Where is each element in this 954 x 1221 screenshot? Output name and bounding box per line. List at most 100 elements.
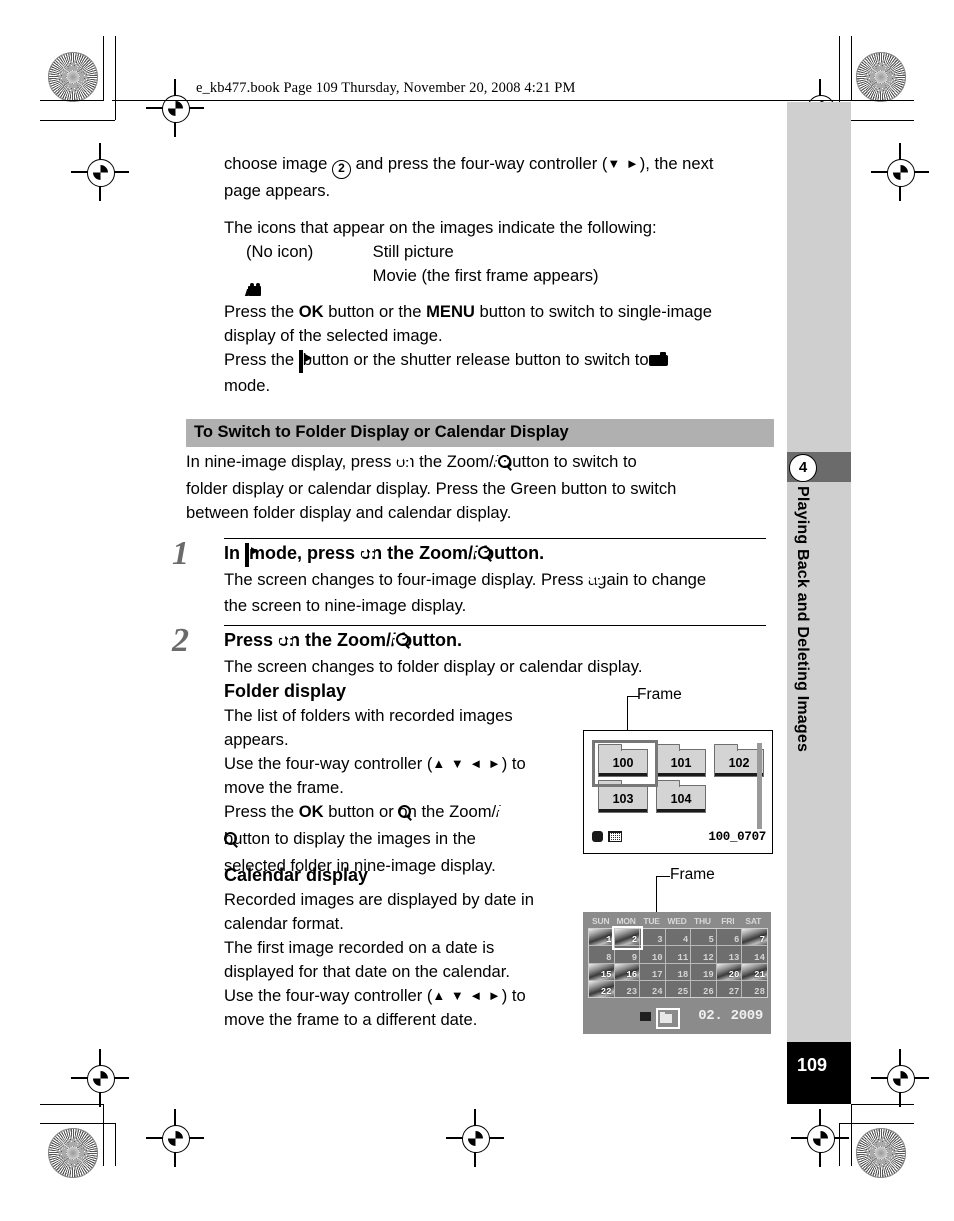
- press-ok-line2: display of the selected image.: [224, 326, 443, 345]
- ok-button-label: OK: [298, 802, 324, 821]
- calendar-day-14[interactable]: 14: [742, 946, 767, 963]
- status-folder-icon-selected: [656, 1008, 680, 1029]
- registration-target-left-lower: [70, 1048, 130, 1108]
- calendar-day-26[interactable]: 26: [691, 980, 716, 997]
- calendar-text-line4: displayed for that date on the calendar.: [224, 962, 510, 981]
- intro-line1-post: ), the next: [639, 154, 714, 173]
- folder-text-line4: move the frame.: [224, 778, 344, 797]
- calendar-day-17[interactable]: 17: [640, 963, 665, 980]
- folder-callout-leader-v: [627, 696, 629, 732]
- calendar-day-number: 3: [657, 935, 663, 946]
- step-1-body-b: again to change: [588, 570, 707, 589]
- legend-still-picture-desc: Still picture: [372, 242, 454, 261]
- calendar-day-number: 17: [651, 969, 663, 980]
- calendar-day-24[interactable]: 24: [640, 980, 665, 997]
- folder-item-104[interactable]: 104: [656, 780, 706, 813]
- calendar-day-7[interactable]: 7: [742, 929, 767, 946]
- calendar-day-18[interactable]: 18: [665, 963, 691, 980]
- step-2-rule: [224, 625, 766, 627]
- calendar-day-10[interactable]: 10: [640, 946, 665, 963]
- calendar-day-number: 28: [754, 987, 765, 997]
- step-1-body-c: the screen to nine-image display.: [224, 596, 467, 615]
- calendar-day-16[interactable]: 16: [614, 963, 640, 980]
- day-header-fri: FRI: [715, 916, 741, 926]
- legend-row-still: (No icon) Still picture: [246, 240, 454, 264]
- calendar-day-8[interactable]: 8: [589, 946, 614, 963]
- calendar-day-number: 12: [703, 952, 714, 963]
- folder-item-101[interactable]: 101: [656, 744, 706, 777]
- folder-display-text: The list of folders with recorded images…: [224, 706, 526, 875]
- step-1-body-a: The screen changes to four-image display…: [224, 570, 584, 589]
- calendar-day-number: 13: [728, 952, 740, 963]
- calendar-day-20[interactable]: 20: [716, 963, 742, 980]
- calendar-day-number: 10: [651, 952, 663, 963]
- calendar-day-19[interactable]: 19: [691, 963, 716, 980]
- step-1-title: In mode, press on the Zoom// button.: [224, 543, 772, 567]
- folder-item-103[interactable]: 103: [598, 780, 648, 813]
- calendar-day-number: 4: [682, 935, 689, 946]
- circled-2-glyph: 2: [331, 160, 351, 179]
- menu-button-label: MENU: [426, 302, 475, 321]
- folder-text-line5b: button or: [328, 802, 394, 821]
- calendar-day-21[interactable]: 21: [742, 963, 767, 980]
- folder-label: 103: [612, 792, 634, 806]
- rosette-mark-bottom-right: [856, 1128, 906, 1178]
- folder-label: 104: [670, 792, 692, 806]
- intro-line1-mid: and press the four-way controller (: [355, 154, 608, 173]
- press-ok-post: button to switch to single-image: [479, 302, 712, 321]
- step-1-body: The screen changes to four-image display…: [224, 568, 772, 618]
- arrow-glyphs-four-way: ▲ ▼ ◄ ►: [432, 988, 502, 1003]
- calendar-text-line2: calendar format.: [224, 914, 344, 933]
- calendar-day-22[interactable]: 22: [589, 980, 614, 997]
- step-2-body: The screen changes to folder display or …: [224, 657, 643, 676]
- calendar-day-number: 27: [728, 987, 740, 997]
- calendar-day-1[interactable]: 1: [589, 929, 614, 946]
- calendar-day-11[interactable]: 11: [665, 946, 691, 963]
- step-2-number: 2: [172, 622, 189, 659]
- folder-text-line2: appears.: [224, 730, 289, 749]
- calendar-selection-frame: [612, 926, 643, 950]
- arrow-glyphs-down-right: ▼ ►: [607, 156, 640, 171]
- calendar-day-28[interactable]: 28: [742, 980, 767, 997]
- folder-text-line1: The list of folders with recorded images: [224, 706, 513, 725]
- playback-icon: [298, 350, 303, 373]
- calendar-day-15[interactable]: 15: [589, 963, 614, 980]
- calendar-day-3[interactable]: 3: [640, 929, 665, 946]
- calendar-day-25[interactable]: 25: [665, 980, 691, 997]
- running-header-filename: e_kb477.book Page 109 Thursday, November…: [196, 80, 576, 96]
- status-single-icon: [592, 831, 603, 842]
- calendar-day-12[interactable]: 12: [691, 946, 716, 963]
- press-playback-post: mode.: [224, 376, 271, 395]
- registration-target-right-lower: [870, 1048, 930, 1108]
- calendar-day-13[interactable]: 13: [716, 946, 742, 963]
- press-ok-mid: button or the: [328, 302, 422, 321]
- folder-text-line5c: on the Zoom/: [398, 802, 497, 821]
- section-para-1b: on the Zoom/: [396, 452, 494, 471]
- calendar-day-number: 23: [626, 987, 638, 997]
- calendar-day-number: 9: [631, 952, 638, 963]
- calendar-day-headers: SUN MON TUE WED THU FRI SAT: [588, 916, 766, 926]
- step-2-title: Press on the Zoom// button.: [224, 630, 772, 654]
- folder-text-line3-end: ) to: [501, 754, 526, 773]
- registration-target-bottom-center: [445, 1108, 505, 1168]
- intro-paragraph-1: choose image 2 and press the four-way co…: [224, 152, 769, 203]
- intro-line1-pre: choose image: [224, 154, 328, 173]
- calendar-text-line5-end: ) to: [501, 986, 526, 1005]
- registration-target-right-upper: [870, 142, 930, 202]
- calendar-day-number: 26: [703, 987, 714, 997]
- calendar-day-4[interactable]: 4: [665, 929, 691, 946]
- folder-scrollbar[interactable]: [757, 743, 762, 829]
- section-para-3: between folder display and calendar disp…: [186, 503, 512, 522]
- calendar-day-23[interactable]: 23: [614, 980, 640, 997]
- calendar-day-number: 25: [677, 987, 689, 997]
- status-single-icon: [640, 1012, 651, 1021]
- calendar-day-27[interactable]: 27: [716, 980, 742, 997]
- step-1-title-c: on the Zoom/: [360, 543, 474, 563]
- icon-legend-lead: The icons that appear on the images indi…: [224, 218, 657, 237]
- step-2-title-a: Press: [224, 630, 274, 650]
- calendar-day-6[interactable]: 6: [716, 929, 742, 946]
- day-header-wed: WED: [664, 916, 690, 926]
- section-heading: To Switch to Folder Display or Calendar …: [186, 419, 774, 447]
- calendar-day-5[interactable]: 5: [691, 929, 716, 946]
- calendar-day-number: 11: [677, 952, 689, 963]
